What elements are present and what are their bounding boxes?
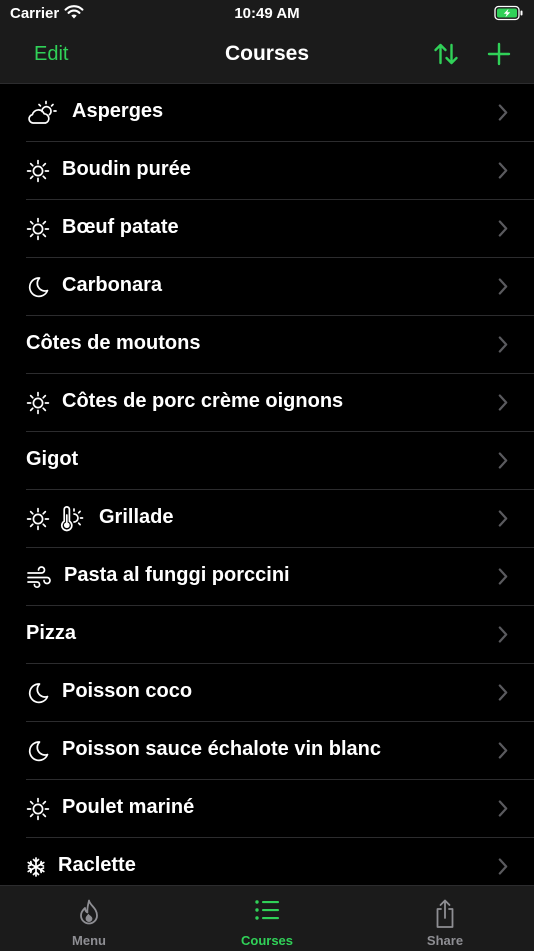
clock: 10:49 AM [234,5,300,22]
course-icons [26,738,59,764]
chevron-right-icon [498,104,508,126]
wind-icon [26,565,61,589]
chevron-right-icon [498,336,508,358]
share-icon [356,898,534,930]
course-name: Poisson sauce échalote vin blanc [62,738,382,760]
course-name: Grillade [99,506,174,528]
course-name: Boudin purée [62,158,191,180]
course-name: Gigot [26,448,79,470]
moon-icon [26,275,59,299]
sun-icon [26,159,59,183]
course-name: Côtes de moutons [26,332,201,354]
course-icons [26,564,61,590]
tab-menu[interactable]: Menu [0,886,178,951]
chevron-right-icon [498,394,508,416]
course-icons [26,158,59,184]
chevron-right-icon [498,568,508,590]
list-icon [178,898,356,922]
course-row[interactable]: Pasta al funggi porccini [26,548,534,606]
course-row[interactable]: Poisson coco [26,664,534,722]
moon-icon [26,739,59,763]
course-name: Carbonara [62,274,163,296]
battery-charging-icon [494,5,524,26]
navigation-bar: Edit Courses [0,28,534,84]
course-icons [26,216,59,242]
course-name: Pizza [26,622,77,644]
course-row[interactable]: Poulet mariné [26,780,534,838]
course-icons [26,796,59,822]
chevron-right-icon [498,278,508,300]
sun-icon [26,797,59,821]
course-name: Poulet mariné [62,796,195,818]
chevron-right-icon [498,510,508,532]
flame-icon [0,898,178,926]
course-row[interactable]: Pizza [26,606,534,664]
course-icons [26,390,59,416]
course-icons [26,100,69,126]
course-row[interactable]: Grillade [26,490,534,548]
course-row[interactable]: Côtes de moutons [26,316,534,374]
chevron-right-icon [498,742,508,764]
moon-icon [26,681,59,705]
tab-label: Courses [240,933,294,948]
chevron-right-icon [498,162,508,184]
course-name: Bœuf patate [62,216,179,238]
course-icons [26,854,55,880]
course-name: Asperges [72,100,164,122]
chevron-right-icon [498,800,508,822]
course-name: Poisson coco [62,680,193,702]
course-row[interactable]: Côtes de porc crème oignons [26,374,534,432]
course-row[interactable]: Asperges [26,84,534,142]
course-name: Côtes de porc crème oignons [62,390,344,412]
thermometer-sun-icon [59,505,94,533]
course-icons [26,680,59,706]
cloud-sun-icon [26,100,69,126]
chevron-right-icon [498,220,508,242]
course-list: Asperges Boudin purée Bœuf patate Carbonara… [0,84,534,895]
sun-icon [26,507,59,531]
snowflake-icon [26,856,55,878]
chevron-right-icon [498,684,508,706]
tab-share[interactable]: Share [356,886,534,951]
sort-icon[interactable] [432,40,460,73]
tab-courses[interactable]: Courses [178,886,356,951]
add-icon[interactable] [486,40,512,73]
tab-label: Menu [72,933,106,948]
tab-bar: Menu Courses Share [0,885,534,951]
chevron-right-icon [498,452,508,474]
course-name: Raclette [58,854,136,876]
course-row[interactable]: Carbonara [26,258,534,316]
chevron-right-icon [498,626,508,648]
tab-label: Share [426,933,464,948]
sun-icon [26,217,59,241]
course-icons [26,274,59,300]
sun-icon [26,391,59,415]
course-name: Pasta al funggi porccini [64,564,290,586]
course-icons [26,506,94,532]
status-bar: Carrier 10:49 AM [0,0,534,28]
course-row[interactable]: Bœuf patate [26,200,534,258]
course-row[interactable]: Gigot [26,432,534,490]
course-row[interactable]: Boudin purée [26,142,534,200]
course-row[interactable]: Poisson sauce échalote vin blanc [26,722,534,780]
chevron-right-icon [498,858,508,880]
